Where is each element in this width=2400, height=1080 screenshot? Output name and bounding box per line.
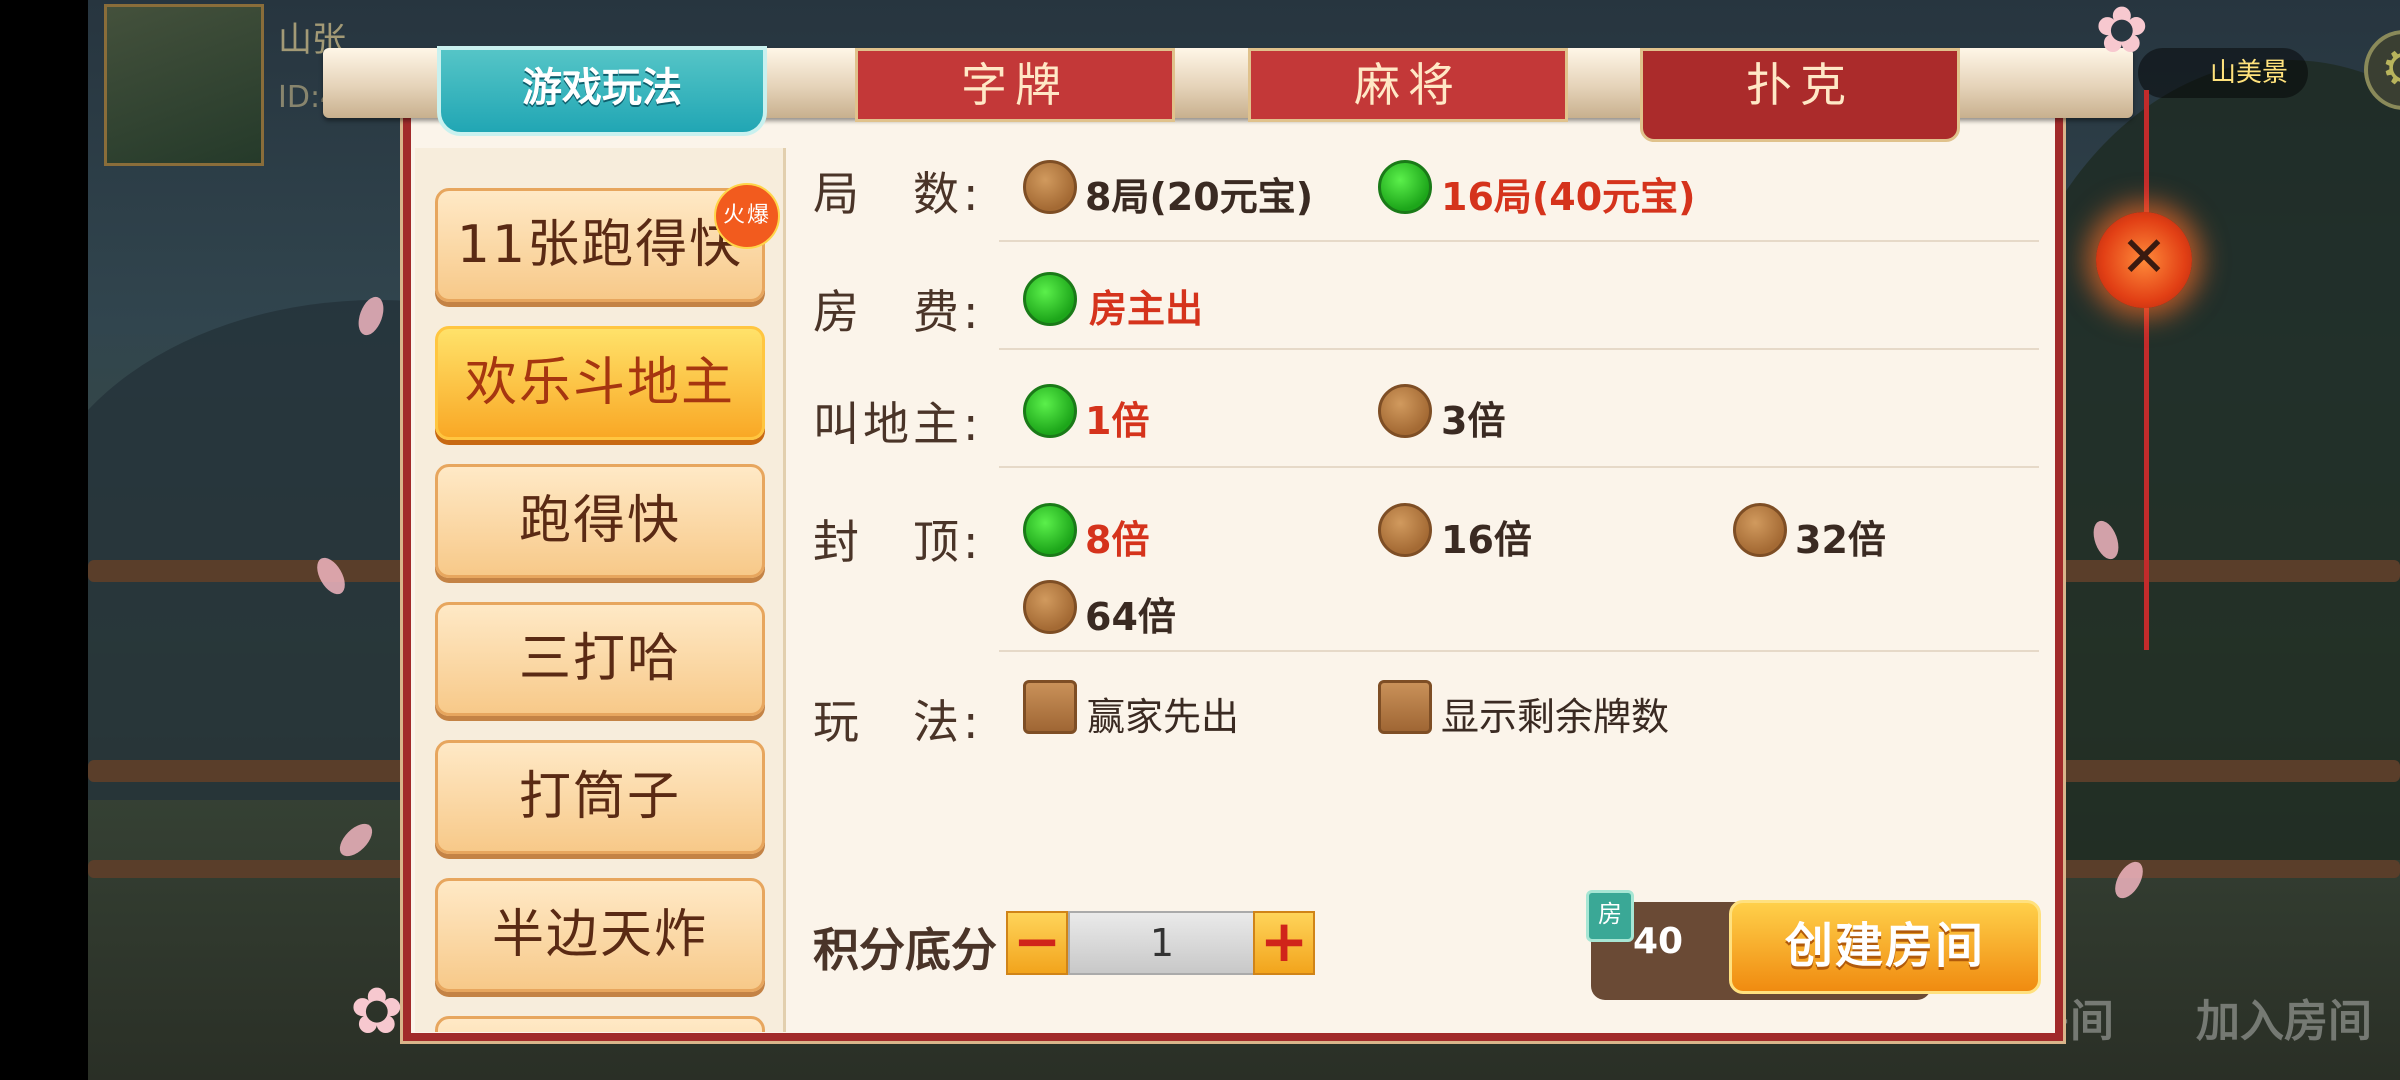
game-item-label: 跑得快 [518, 491, 681, 551]
score-value: 1 [1068, 911, 1256, 975]
join-room-bottom-button[interactable]: 加入房间 [2196, 985, 2372, 1049]
play-mode-label: 玩 法: [813, 695, 983, 749]
game-item-label: 欢乐斗地主 [464, 353, 735, 413]
game-item-label: 三打哈 [518, 629, 681, 689]
score-plus-button[interactable]: + [1253, 911, 1315, 975]
cap-label: 封 顶: [813, 515, 983, 569]
game-item-label: 半边天炸 [491, 905, 708, 965]
radio-cap-16x[interactable] [1378, 503, 1432, 557]
game-item-datongzi[interactable]: 打筒子 [435, 740, 765, 854]
radio-call-3x[interactable] [1378, 384, 1432, 438]
room-fee-label: 房 费: [813, 285, 983, 339]
show-remaining-label: 显示剩余牌数 [1441, 695, 1670, 739]
radio-cap-8x[interactable] [1023, 503, 1077, 557]
rounds-16-label: 16局(40元宝) [1441, 175, 1696, 219]
radio-cap-32x[interactable] [1733, 503, 1787, 557]
tab-mahjong[interactable]: 麻将 [1248, 48, 1568, 122]
blossom-icon: ✿ [350, 975, 404, 1049]
winner-first-label: 赢家先出 [1087, 695, 1240, 739]
hot-badge: 火爆 [714, 183, 780, 249]
game-item-partial[interactable] [435, 1016, 765, 1032]
fee-owner-label: 房主出 [1089, 287, 1204, 331]
checkbox-winner-first[interactable] [1023, 680, 1077, 734]
rounds-8-label: 8局(20元宝) [1085, 175, 1314, 219]
radio-call-1x[interactable] [1023, 384, 1077, 438]
cap-8x-label: 8倍 [1085, 518, 1150, 562]
game-item-11-paodekuai[interactable]: 11张跑得快 火爆 [435, 183, 780, 302]
divider [999, 650, 2039, 652]
divider [999, 240, 2039, 242]
close-icon[interactable]: ✕ [2096, 212, 2192, 308]
rounds-label: 局 数: [813, 167, 983, 221]
game-item-label: 打筒子 [518, 767, 681, 827]
game-item-paodekuai[interactable]: 跑得快 [435, 464, 765, 578]
tab-game-rules[interactable]: 游戏玩法 [437, 46, 767, 136]
call-1x-label: 1倍 [1085, 399, 1150, 443]
tab-zipai[interactable]: 字牌 [855, 48, 1175, 122]
game-item-banbiantianzha[interactable]: 半边天炸 [435, 878, 765, 992]
create-room-dialog: 游戏玩法 字牌 麻将 扑克 ❦ 11张跑得快 火爆 欢乐斗地主 跑得快 三打哈 … [323, 26, 2133, 1041]
cap-32x-label: 32倍 [1795, 518, 1886, 562]
checkbox-show-remaining[interactable] [1378, 680, 1432, 734]
radio-rounds-8[interactable] [1023, 160, 1077, 214]
cap-16x-label: 16倍 [1441, 518, 1532, 562]
call-landlord-label: 叫地主: [813, 397, 983, 451]
game-item-label: 11张跑得快 [456, 215, 744, 275]
divider [999, 466, 2039, 468]
base-score-label: 积分底分 [813, 923, 997, 977]
lantern-rope [2144, 90, 2149, 650]
room-cost-value: 40 [1633, 921, 1684, 962]
room-card-icon: 房 [1586, 890, 1634, 942]
game-item-sandaha[interactable]: 三打哈 [435, 602, 765, 716]
blossom-icon: ✿ [2095, 0, 2149, 68]
score-minus-button[interactable]: − [1006, 911, 1068, 975]
radio-rounds-16[interactable] [1378, 160, 1432, 214]
game-item-doudizhu[interactable]: 欢乐斗地主 [435, 326, 765, 440]
currency-display[interactable]: 山美景 [2138, 48, 2308, 98]
game-list: ❦ 11张跑得快 火爆 欢乐斗地主 跑得快 三打哈 打筒子 半边天炸 [415, 148, 786, 1032]
radio-cap-64x[interactable] [1023, 580, 1077, 634]
create-room-button[interactable]: 创建房间 [1729, 900, 2041, 994]
player-avatar[interactable] [104, 4, 264, 166]
radio-fee-owner[interactable] [1023, 272, 1077, 326]
divider [999, 348, 2039, 350]
call-3x-label: 3倍 [1441, 399, 1506, 443]
cap-64x-label: 64倍 [1085, 595, 1176, 639]
tab-poker[interactable]: 扑克 [1640, 48, 1960, 142]
